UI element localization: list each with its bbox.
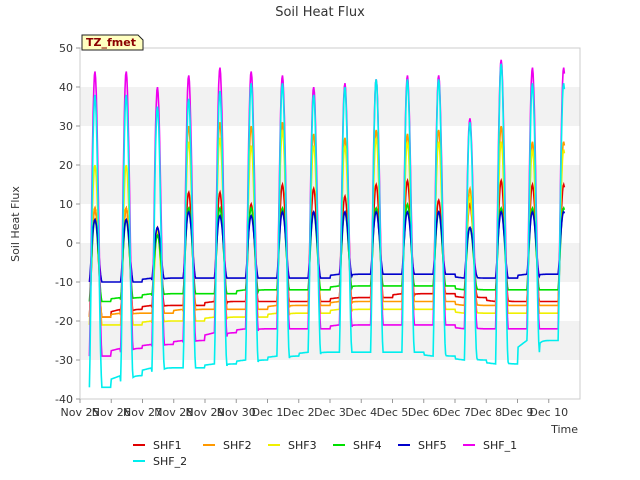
y-axis-label: Soil Heat Flux [9,186,22,262]
legend-label: SHF3 [288,439,317,452]
x-tick-label: Dec 5 [377,406,409,419]
y-tick-label: 30 [59,120,73,133]
x-tick-label: Dec 8 [470,406,502,419]
grid-band [80,360,580,399]
grid-band [80,48,580,87]
y-tick-label: -20 [55,315,73,328]
x-axis-label: Time [550,423,578,436]
site-label-box: TZ_fmet [81,34,144,51]
x-axis-ticks: Nov 25Nov 26Nov 27Nov 28Nov 29Nov 30Dec … [61,399,568,419]
y-tick-label: 10 [59,198,73,211]
y-tick-label: -40 [55,393,73,406]
y-axis-ticks: -40 -30 -20 -10 0 10 20 30 40 50 [55,42,80,406]
soil-heat-flux-chart: Soil Heat Flux -40 -30 -20 -10 0 10 20 30 40 50 N… [9,5,581,468]
x-tick-label: Dec 4 [345,406,377,419]
legend-label: SHF5 [418,439,447,452]
chart-title: Soil Heat Flux [275,5,365,20]
x-tick-label: Dec 10 [529,406,568,419]
legend-label: SHF_1 [483,439,517,452]
y-tick-label: 40 [59,81,73,94]
x-tick-label: Dec 7 [439,406,471,419]
legend: SHF1 SHF2 SHF3 SHF4 SHF5 SHF_1 SHF_2 [133,439,517,468]
legend-label: SHF2 [223,439,252,452]
site-label: TZ_fmet [86,36,136,49]
x-tick-label: Dec 6 [408,406,440,419]
x-tick-label: Nov 30 [217,406,256,419]
x-tick-label: Dec 2 [283,406,315,419]
legend-label: SHF_2 [153,455,187,468]
y-tick-label: 0 [66,237,73,250]
legend-label: SHF4 [353,439,382,452]
y-tick-label: -30 [55,354,73,367]
x-tick-label: Dec 3 [314,406,346,419]
legend-label: SHF1 [153,439,182,452]
y-tick-label: 20 [59,159,73,172]
y-tick-label: -10 [55,276,73,289]
y-tick-label: 50 [59,42,73,55]
x-tick-label: Dec 1 [252,406,284,419]
